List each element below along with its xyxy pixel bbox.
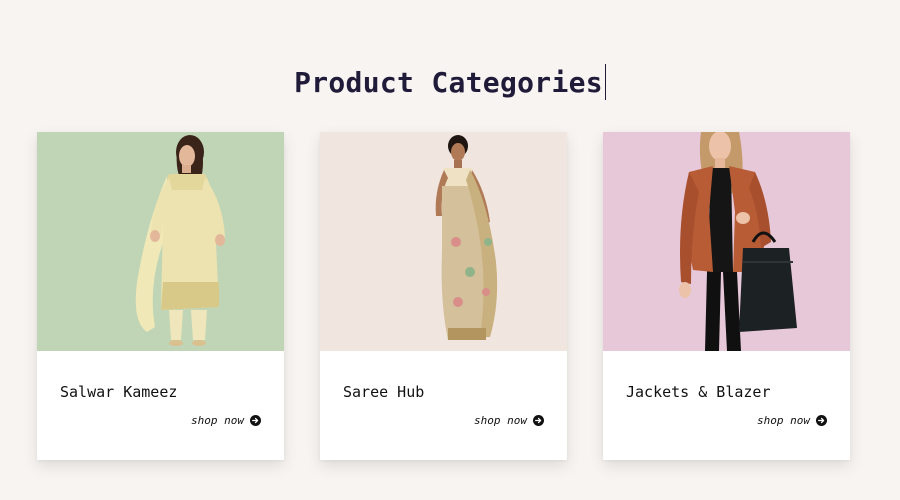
jacket-model-image xyxy=(679,132,797,351)
arrow-right-circle-icon xyxy=(250,415,261,426)
category-card-saree-hub[interactable]: Saree Hub shop now xyxy=(320,132,567,460)
card-body-saree-hub: Saree Hub shop now xyxy=(320,351,567,460)
card-title: Saree Hub xyxy=(343,383,425,401)
card-image-salwar-kameez[interactable] xyxy=(37,132,284,351)
card-image-jackets-blazer[interactable] xyxy=(603,132,850,351)
saree-model-image xyxy=(435,135,498,340)
shop-now-link[interactable]: shop now xyxy=(757,414,827,427)
page-title-wrap: Product Categories xyxy=(294,64,606,100)
card-body-salwar-kameez: Salwar Kameez shop now xyxy=(37,351,284,460)
arrow-right-circle-icon xyxy=(816,415,827,426)
category-cards: Salwar Kameez shop now Saree Hub shop no… xyxy=(37,132,850,460)
shop-now-link[interactable]: shop now xyxy=(191,414,261,427)
category-card-jackets-blazer[interactable]: Jackets & Blazer shop now xyxy=(603,132,850,460)
shop-now-link[interactable]: shop now xyxy=(474,414,544,427)
shop-now-label: shop now xyxy=(757,414,810,427)
page-title-container: Product Categories xyxy=(0,64,900,100)
salwar-kameez-model-image xyxy=(135,135,225,346)
shop-now-label: shop now xyxy=(191,414,244,427)
text-caret xyxy=(604,64,606,100)
category-card-salwar-kameez[interactable]: Salwar Kameez shop now xyxy=(37,132,284,460)
card-title: Jackets & Blazer xyxy=(626,383,771,401)
card-image-saree-hub[interactable] xyxy=(320,132,567,351)
page-title: Product Categories xyxy=(294,65,603,99)
arrow-right-circle-icon xyxy=(533,415,544,426)
card-body-jackets-blazer: Jackets & Blazer shop now xyxy=(603,351,850,460)
shop-now-label: shop now xyxy=(474,414,527,427)
card-title: Salwar Kameez xyxy=(60,383,178,401)
